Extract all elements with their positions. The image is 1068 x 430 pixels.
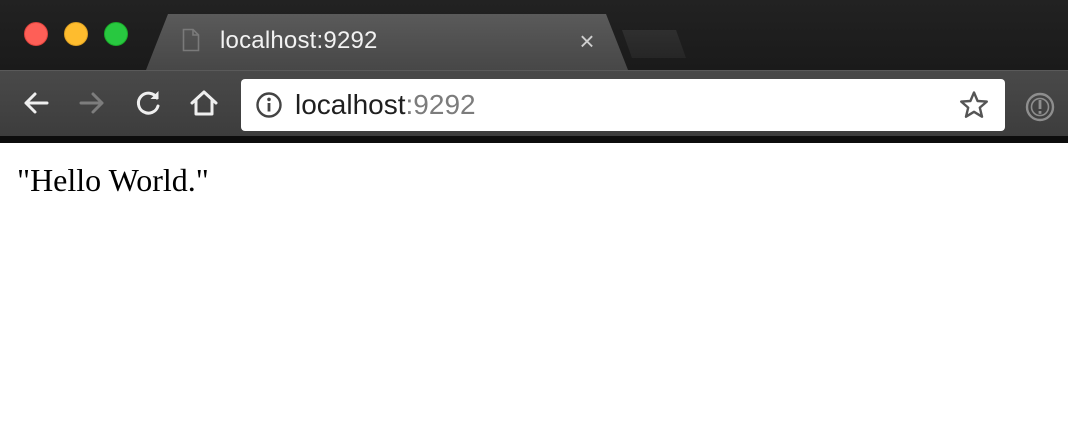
page-content: "Hello World." bbox=[0, 143, 1068, 430]
home-icon[interactable] bbox=[186, 85, 222, 121]
tab-title: localhost:9292 bbox=[220, 27, 378, 54]
url-text[interactable]: localhost:9292 bbox=[295, 89, 476, 121]
tab-close-icon[interactable]: × bbox=[574, 28, 600, 54]
address-bar[interactable]: localhost:9292 bbox=[241, 79, 1005, 131]
info-circle-icon[interactable] bbox=[255, 91, 283, 119]
star-outline-icon[interactable] bbox=[959, 90, 989, 120]
tab-localhost[interactable]: localhost:9292 × bbox=[146, 14, 628, 70]
back-arrow-icon[interactable] bbox=[18, 85, 54, 121]
tab-strip: localhost:9292 × bbox=[0, 0, 1068, 70]
new-tab-button[interactable] bbox=[622, 30, 686, 58]
browser-window: localhost:9292 × localhost:9292 "Hello W… bbox=[0, 0, 1068, 430]
forward-arrow-icon[interactable] bbox=[74, 85, 110, 121]
url-port: :9292 bbox=[405, 89, 476, 120]
window-minimize-button[interactable] bbox=[64, 22, 88, 46]
reload-icon[interactable] bbox=[130, 85, 166, 121]
url-host: localhost bbox=[295, 89, 406, 120]
exclamation-circle-icon[interactable] bbox=[1024, 91, 1056, 123]
toolbar: localhost:9292 bbox=[0, 70, 1068, 136]
toolbar-divider bbox=[0, 136, 1068, 143]
document-icon bbox=[182, 28, 200, 52]
window-close-button[interactable] bbox=[24, 22, 48, 46]
page-body-text: "Hello World." bbox=[17, 162, 209, 198]
window-maximize-button[interactable] bbox=[104, 22, 128, 46]
